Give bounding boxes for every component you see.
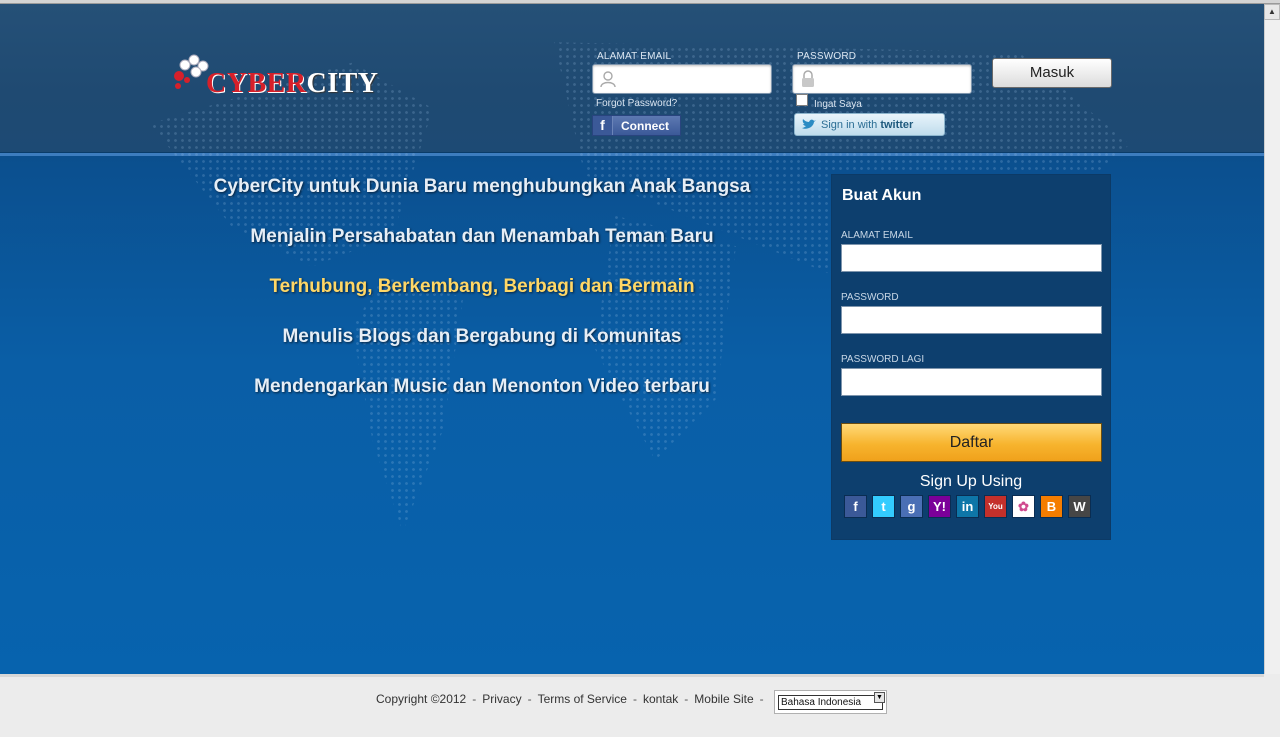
forgot-password-link[interactable]: Forgot Password? (596, 98, 677, 109)
signup-email-field[interactable] (841, 244, 1102, 272)
signup-password-again-field[interactable] (841, 368, 1102, 396)
footer-separator: - (472, 692, 477, 706)
footer-links: Copyright ©2012 - Privacy - Terms of Ser… (376, 692, 764, 706)
slogan-line-3-highlight: Terhubung, Berkembang, Berbagi dan Berma… (269, 276, 695, 297)
logo-balls-icon (174, 54, 209, 89)
signup-panel: Buat Akun ALAMAT EMAIL PASSWORD PASSWORD… (831, 174, 1111, 540)
twitter-signin-prefix: Sign in with (821, 118, 878, 131)
signup-password-input[interactable] (842, 307, 1101, 333)
remember-me-checkbox[interactable] (796, 94, 808, 106)
signup-submit-button[interactable]: Daftar (841, 423, 1102, 462)
google-icon[interactable]: g (900, 495, 923, 518)
logo-wordmark: CYBERCITY (206, 68, 379, 100)
lock-icon (802, 70, 814, 87)
kontak-link[interactable]: kontak (643, 692, 678, 706)
login-email-input[interactable] (621, 68, 767, 90)
twitter-signin-button[interactable]: Sign in with twitter (794, 113, 945, 136)
sign-up-using-label: Sign Up Using (919, 473, 1023, 490)
user-icon (600, 71, 616, 88)
facebook-connect-button[interactable]: f Connect (592, 115, 681, 136)
scroll-up-arrow-icon[interactable]: ▲ (1264, 4, 1280, 20)
signup-password-again-label: PASSWORD LAGI (841, 354, 925, 365)
logo-text-cyber: CYBER (206, 68, 307, 99)
wordpress-icon[interactable]: W (1068, 495, 1091, 518)
vertical-scrollbar[interactable] (1264, 4, 1280, 674)
signup-password-again-input[interactable] (842, 369, 1101, 395)
twitter-icon[interactable]: t (872, 495, 895, 518)
cybercity-logo[interactable]: CYBERCITY (170, 52, 390, 102)
facebook-icon[interactable]: f (844, 495, 867, 518)
language-select[interactable]: Bahasa Indonesia ▼ (774, 690, 887, 714)
twitter-brand-text: twitter (880, 118, 914, 131)
mobile-site-link[interactable]: Mobile Site (694, 692, 753, 706)
login-password-input[interactable] (821, 68, 967, 90)
footer-separator: - (632, 692, 637, 706)
login-password-field[interactable] (792, 64, 972, 94)
terms-of-service-link[interactable]: Terms of Service (538, 692, 627, 706)
signup-email-input[interactable] (842, 245, 1101, 271)
footer-separator: - (684, 692, 689, 706)
footer-separator: - (759, 692, 764, 706)
privacy-link[interactable]: Privacy (482, 692, 521, 706)
signup-password-label: PASSWORD (841, 292, 899, 303)
login-email-label: ALAMAT EMAIL (597, 51, 672, 62)
language-select-value: Bahasa Indonesia (778, 695, 883, 710)
slogan-line-5: Mendengarkan Music dan Menonton Video te… (254, 376, 710, 397)
copyright-text: Copyright ©2012 (376, 692, 467, 706)
social-signup-row: f t g Y! in You ✿ B W (844, 495, 1091, 518)
signup-email-label: ALAMAT EMAIL (841, 230, 913, 241)
slogan-line-1: CyberCity untuk Dunia Baru menghubungkan… (213, 176, 751, 197)
login-password-label: PASSWORD (797, 51, 857, 62)
signup-title: Buat Akun (842, 187, 922, 204)
chevron-down-icon: ▼ (874, 692, 885, 703)
slogan-line-4: Menulis Blogs dan Bergabung di Komunitas (282, 326, 682, 347)
remember-me-label: Ingat Saya (814, 99, 862, 110)
youtube-icon[interactable]: You (984, 495, 1007, 518)
facebook-icon: f (593, 116, 613, 135)
login-button[interactable]: Masuk (992, 58, 1112, 88)
slogan-line-2: Menjalin Persahabatan dan Menambah Teman… (250, 226, 714, 247)
yahoo-icon[interactable]: Y! (928, 495, 951, 518)
footer-separator: - (527, 692, 532, 706)
blogger-icon[interactable]: B (1040, 495, 1063, 518)
linkedin-icon[interactable]: in (956, 495, 979, 518)
twitter-bird-icon (802, 118, 816, 129)
signup-password-field[interactable] (841, 306, 1102, 334)
twitter-signin-label: Sign in with twitter (821, 119, 913, 131)
logo-text-city: CITY (306, 68, 379, 99)
login-email-field[interactable] (592, 64, 772, 94)
facebook-connect-label: Connect (621, 118, 669, 133)
picasa-icon[interactable]: ✿ (1012, 495, 1035, 518)
